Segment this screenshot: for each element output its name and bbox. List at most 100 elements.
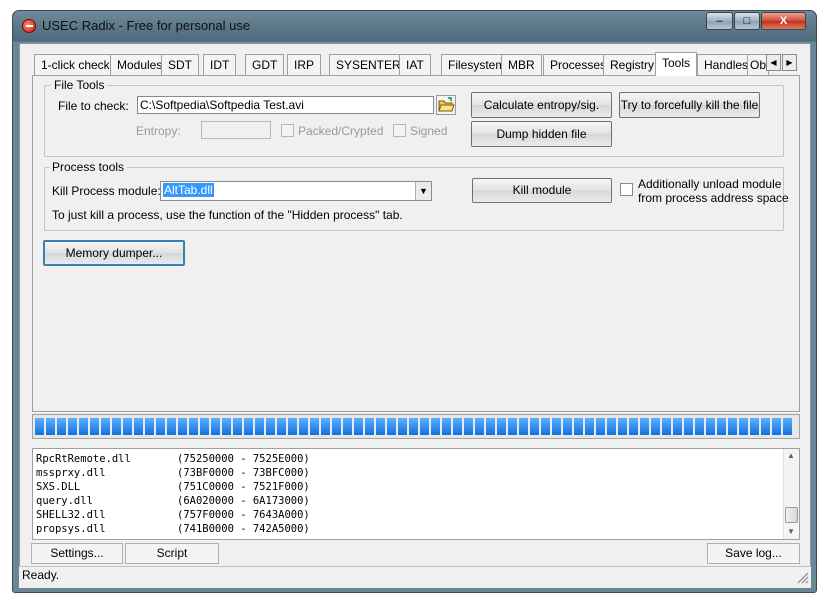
progress-segment [585,418,594,435]
progress-segment [530,418,539,435]
progress-segment [761,418,770,435]
progress-segment [464,418,473,435]
resize-grip-icon[interactable] [795,570,809,584]
progress-segment [343,418,352,435]
log-row: RpcRtRemote.dll (75250000 - 7525E000) [36,452,310,466]
scroll-thumb[interactable] [785,507,798,523]
log-row: propsys.dll (741B0000 - 742A5000) [36,522,310,536]
progress-segment [112,418,121,435]
tab-irp[interactable]: IRP [287,54,322,75]
packed-checkbox[interactable] [281,124,294,137]
progress-segment [57,418,66,435]
tab-iat[interactable]: IAT [399,54,431,75]
progress-segment [508,418,517,435]
close-button[interactable]: X [761,12,806,30]
progress-segment [200,418,209,435]
window-title: USEC Radix - Free for personal use [42,18,251,33]
tab-scroll-right-icon[interactable]: ▶ [782,54,797,71]
tab-tools[interactable]: Tools [655,52,698,76]
log-address-range: (751C0000 - 7521F000) [177,481,310,493]
progress-segment [497,418,506,435]
log-row: SHELL32.dll (757F0000 - 7643A000) [36,508,310,522]
log-module-name: RpcRtRemote.dll [36,453,131,465]
progress-segment [189,418,198,435]
progress-segment [728,418,737,435]
scroll-up-icon[interactable]: ▲ [787,451,795,460]
signed-checkbox[interactable] [393,124,406,137]
progress-segment [387,418,396,435]
log-row: SXS.DLL (751C0000 - 7521F000) [36,480,310,494]
kill-file-button[interactable]: Try to forcefully kill the file [619,92,760,118]
open-folder-icon[interactable] [436,95,456,115]
progress-segment [552,418,561,435]
tab-scroll-left-icon[interactable]: ◀ [766,54,781,71]
progress-segment [310,418,319,435]
log-module-name: query.dll [36,495,93,507]
log-address-range: (75250000 - 7525E000) [177,453,310,465]
progress-segment [442,418,451,435]
progress-segment [365,418,374,435]
tab-idt[interactable]: IDT [203,54,237,75]
progress-segment [431,418,440,435]
progress-segment [717,418,726,435]
progress-segment [519,418,528,435]
module-select[interactable]: AltTab.dll ▼ [160,181,432,201]
progress-segment [453,418,462,435]
progress-segment [475,418,484,435]
log-module-name: propsys.dll [36,523,106,535]
progress-segment [90,418,99,435]
dump-hidden-file-button[interactable]: Dump hidden file [471,121,612,147]
kill-module-button[interactable]: Kill module [472,178,612,203]
progress-segment [398,418,407,435]
log-module-name: SHELL32.dll [36,509,106,521]
progress-segment [354,418,363,435]
settings-button[interactable]: Settings... [31,543,123,564]
unload-module-checkbox[interactable] [620,183,633,196]
save-log-button[interactable]: Save log... [707,543,800,564]
progress-segment [783,418,792,435]
log-address-range: (741B0000 - 742A5000) [177,523,310,535]
tab-mbr[interactable]: MBR [501,54,542,75]
progress-segment [46,418,55,435]
progress-segment [211,418,220,435]
progress-segment [706,418,715,435]
entropy-label: Entropy: [136,124,181,138]
progress-segment [574,418,583,435]
memory-dumper-button[interactable]: Memory dumper... [43,240,185,266]
log-module-name: mssprxy.dll [36,467,106,479]
process-hint-text: To just kill a process, use the function… [52,208,403,222]
progress-segment [684,418,693,435]
file-tools-label: File Tools [51,78,108,92]
minimize-button[interactable]: – [706,12,733,30]
tab-registry[interactable]: Registry [603,54,662,75]
chevron-down-icon[interactable]: ▼ [415,182,431,200]
progress-segment [541,418,550,435]
file-path-input[interactable]: C:\Softpedia\Softpedia Test.avi [137,96,434,114]
log-module-name: SXS.DLL [36,481,81,493]
file-to-check-label: File to check: [58,99,129,113]
scroll-down-icon[interactable]: ▼ [787,527,795,536]
script-interpreter-button[interactable]: Script interpreter... [125,543,219,579]
progress-segment [332,418,341,435]
progress-segment [288,418,297,435]
progress-bar [32,414,800,439]
progress-segment [673,418,682,435]
packed-label: Packed/Crypted [298,124,384,138]
progress-segment [244,418,253,435]
progress-segment [277,418,286,435]
maximize-button[interactable]: □ [734,12,760,30]
tab-1-click-check[interactable]: 1-click check [34,54,117,75]
tab-sdt[interactable]: SDT [161,54,199,75]
log-address-range: (73BF0000 - 73BFC000) [177,467,310,479]
progress-segment [101,418,110,435]
progress-segment [420,418,429,435]
progress-segment [409,418,418,435]
app-icon[interactable] [22,19,36,33]
progress-segment [607,418,616,435]
progress-segment [167,418,176,435]
tab-sysenter[interactable]: SYSENTER [329,54,408,75]
progress-segment [618,418,627,435]
log-scrollbar[interactable]: ▲ ▼ [783,449,799,539]
tab-gdt[interactable]: GDT [245,54,285,75]
calculate-entropy-button[interactable]: Calculate entropy/sig. [471,92,612,118]
